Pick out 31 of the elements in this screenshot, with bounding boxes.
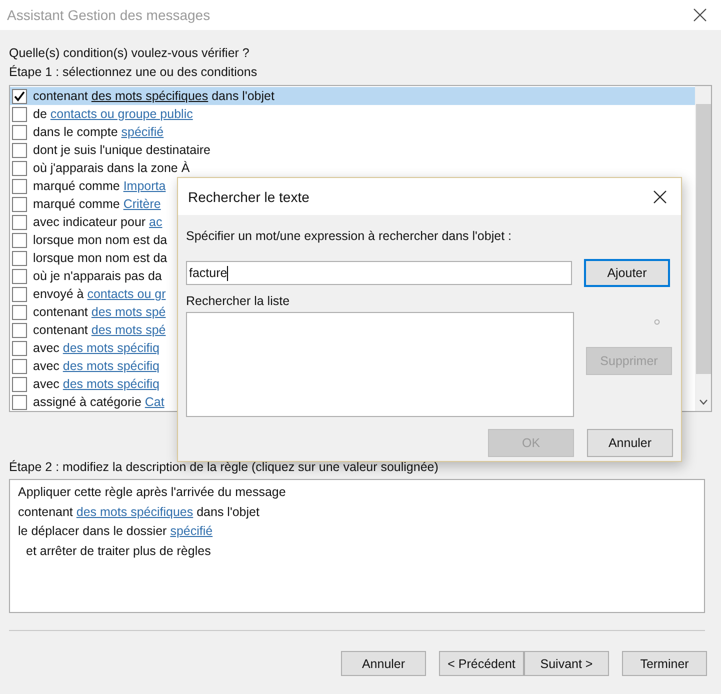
condition-text: où j'apparais dans la zone À: [33, 161, 190, 175]
condition-text: dont je suis l'unique destinataire: [33, 143, 211, 157]
window-title: Assistant Gestion des messages: [7, 7, 210, 23]
step-label: Étape 1 : sélectionnez une ou des conditions: [9, 64, 258, 81]
step-label: Étape 2 : modifiez la description de la règle (cliquez sur une valeur soulignée): [9, 459, 440, 476]
condition-text: contenant: [33, 305, 89, 319]
question-label: Quelle(s) condition(s) voulez-vous vérifier ?: [9, 45, 250, 62]
description-text: Appliquer cette règle après l'arrivée du message: [18, 485, 286, 499]
condition-text: lorsque mon nom est da: [33, 251, 168, 265]
condition-text: assigné à catégorie: [33, 395, 142, 409]
description-text: contenant: [18, 504, 74, 518]
condition-text: avec indicateur pour: [33, 215, 147, 229]
condition-text: dans l'objet: [210, 89, 274, 103]
condition-text: lorsque mon nom est da: [33, 233, 168, 247]
condition-text: contenant: [33, 89, 89, 103]
description-text: le déplacer dans le dossier: [18, 524, 168, 538]
condition-text: avec: [33, 341, 60, 355]
condition-text: envoyé à: [33, 287, 85, 301]
condition-text: avec: [33, 359, 60, 373]
dialog-title: Rechercher le texte: [188, 188, 310, 204]
condition-text: avec: [33, 377, 60, 391]
description-text: dans l'objet: [196, 504, 260, 518]
condition-text: marqué comme: [33, 179, 121, 193]
condition-text: dans le compte: [33, 125, 119, 139]
prompt-label: Spécifier un mot/une expression à rechercher dans l'objet :: [186, 228, 512, 245]
condition-text: marqué comme: [33, 197, 121, 211]
condition-text: de: [33, 107, 48, 121]
condition-text: contenant: [33, 323, 89, 337]
description-text: et arrêter de traiter plus de règles: [26, 544, 211, 558]
list-label: Rechercher la liste: [186, 293, 291, 310]
condition-text: où je n'apparais pas da: [33, 269, 162, 283]
